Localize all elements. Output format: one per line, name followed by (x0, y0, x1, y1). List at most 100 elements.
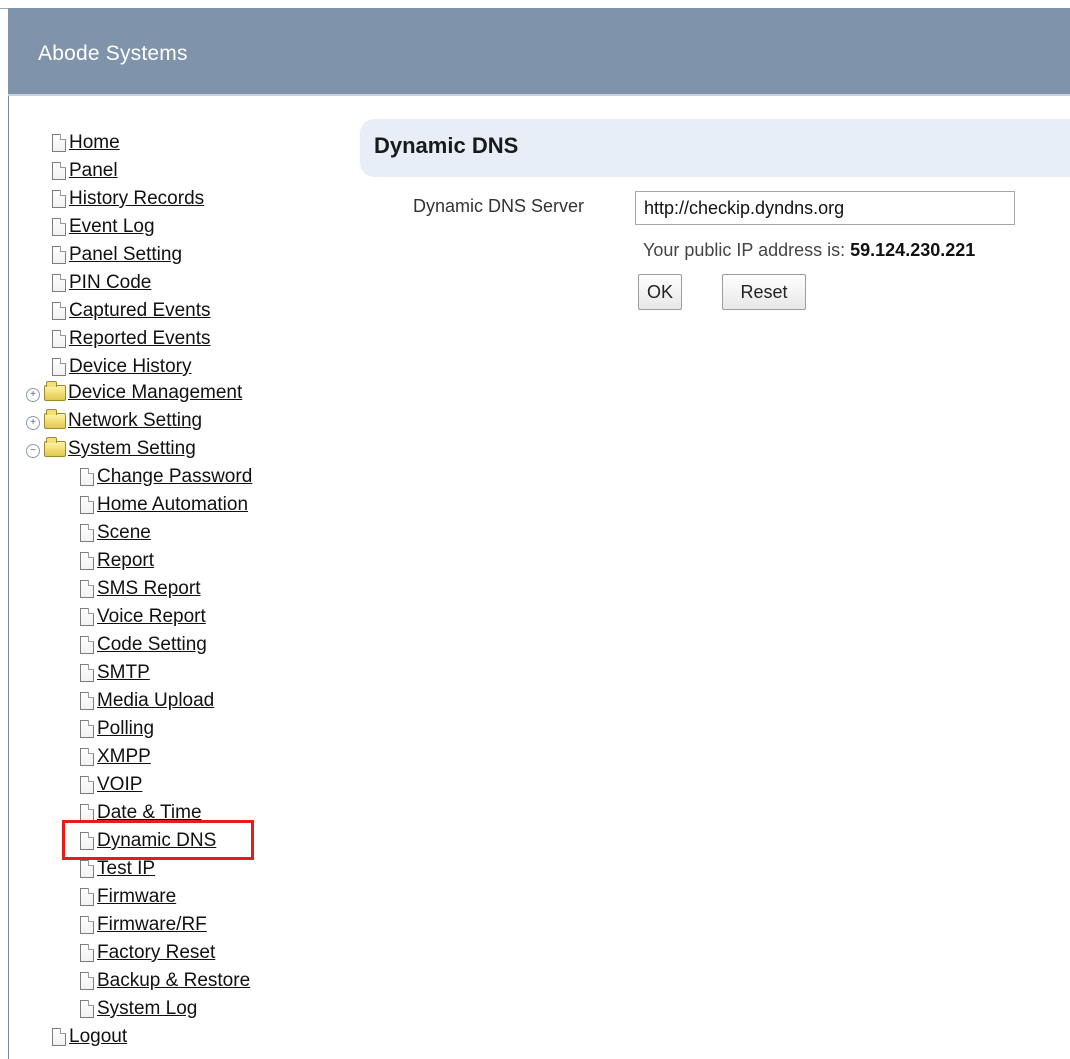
sidebar-item-voice-report[interactable]: Voice Report (80, 604, 206, 630)
document-icon (80, 804, 94, 822)
sidebar-item-date-time[interactable]: Date & Time (80, 800, 202, 826)
document-icon (80, 496, 94, 514)
sidebar-link-polling[interactable]: Polling (97, 718, 154, 740)
sidebar-item-device-history[interactable]: Device History (52, 354, 191, 380)
document-icon (80, 916, 94, 934)
sidebar-item-sms-report[interactable]: SMS Report (80, 576, 200, 602)
document-icon (52, 302, 66, 320)
sidebar-item-dynamic-dns[interactable]: Dynamic DNS (80, 828, 216, 854)
sidebar-link-device-history[interactable]: Device History (69, 356, 191, 378)
sidebar-link-panel-setting[interactable]: Panel Setting (69, 244, 182, 266)
plus-circle-icon[interactable]: + (26, 388, 40, 402)
sidebar-link-reported-events[interactable]: Reported Events (69, 328, 211, 350)
sidebar-item-event-log[interactable]: Event Log (52, 214, 155, 240)
plus-circle-icon[interactable]: + (26, 416, 40, 430)
sidebar-link-voice-report[interactable]: Voice Report (97, 606, 206, 628)
document-icon (80, 636, 94, 654)
dynamic-dns-server-input[interactable] (635, 191, 1015, 225)
sidebar-link-panel[interactable]: Panel (69, 160, 118, 182)
minus-circle-icon[interactable]: − (26, 444, 40, 458)
sidebar-item-test-ip[interactable]: Test IP (80, 856, 155, 882)
sidebar-item-backup-restore[interactable]: Backup & Restore (80, 968, 250, 994)
sidebar-item-system-log[interactable]: System Log (80, 996, 197, 1022)
sidebar-link-date-time[interactable]: Date & Time (97, 802, 202, 824)
sidebar-link-scene[interactable]: Scene (97, 522, 151, 544)
document-icon (80, 580, 94, 598)
sidebar-item-media-upload[interactable]: Media Upload (80, 688, 214, 714)
sidebar-item-firmware-rf[interactable]: Firmware/RF (80, 912, 207, 938)
document-icon (80, 664, 94, 682)
sidebar-item-factory-reset[interactable]: Factory Reset (80, 940, 215, 966)
sidebar-item-home[interactable]: Home (52, 130, 120, 156)
sidebar-link-voip[interactable]: VOIP (97, 774, 142, 796)
sidebar-link-captured-events[interactable]: Captured Events (69, 300, 211, 322)
sidebar-link-history-records[interactable]: History Records (69, 188, 204, 210)
sidebar-link-device-management[interactable]: Device Management (68, 382, 242, 404)
sidebar-item-code-setting[interactable]: Code Setting (80, 632, 207, 658)
sidebar-item-change-password[interactable]: Change Password (80, 464, 252, 490)
sidebar-link-change-password[interactable]: Change Password (97, 466, 252, 488)
sidebar-item-home-automation[interactable]: Home Automation (80, 492, 248, 518)
sidebar-item-scene[interactable]: Scene (80, 520, 151, 546)
reset-button[interactable]: Reset (722, 274, 806, 310)
sidebar-link-backup-restore[interactable]: Backup & Restore (97, 970, 250, 992)
public-ip-value: 59.124.230.221 (850, 240, 976, 260)
sidebar-link-smtp[interactable]: SMTP (97, 662, 150, 684)
sidebar-link-code-setting[interactable]: Code Setting (97, 634, 207, 656)
document-icon (80, 832, 94, 850)
sidebar-link-system-setting[interactable]: System Setting (68, 438, 196, 460)
sidebar-item-pin-code[interactable]: PIN Code (52, 270, 151, 296)
sidebar-item-history-records[interactable]: History Records (52, 186, 204, 212)
sidebar-item-polling[interactable]: Polling (80, 716, 154, 742)
sidebar-link-home-automation[interactable]: Home Automation (97, 494, 248, 516)
sidebar-link-firmware-rf[interactable]: Firmware/RF (97, 914, 207, 936)
document-icon (80, 1000, 94, 1018)
sidebar-link-test-ip[interactable]: Test IP (97, 858, 155, 880)
sidebar-link-home[interactable]: Home (69, 132, 120, 154)
folder-icon (44, 409, 66, 429)
ok-button[interactable]: OK (638, 274, 682, 310)
document-icon (80, 888, 94, 906)
page-title: Dynamic DNS (374, 133, 519, 158)
sidebar-link-xmpp[interactable]: XMPP (97, 746, 151, 768)
public-ip-message: Your public IP address is: 59.124.230.22… (643, 240, 975, 261)
sidebar-link-firmware[interactable]: Firmware (97, 886, 176, 908)
sidebar-folder-system-setting[interactable]: System Setting (44, 436, 196, 462)
document-icon (80, 748, 94, 766)
document-icon (52, 330, 66, 348)
document-icon (52, 358, 66, 376)
document-icon (52, 162, 66, 180)
document-icon (80, 692, 94, 710)
sidebar-folder-device-management[interactable]: Device Management (44, 380, 242, 406)
sidebar-item-report[interactable]: Report (80, 548, 154, 574)
document-icon (80, 720, 94, 738)
document-icon (80, 776, 94, 794)
sidebar-link-sms-report[interactable]: SMS Report (97, 578, 200, 600)
document-icon (80, 608, 94, 626)
sidebar-link-dynamic-dns[interactable]: Dynamic DNS (97, 830, 216, 852)
sidebar-folder-network-setting[interactable]: Network Setting (44, 408, 202, 434)
document-icon (80, 860, 94, 878)
sidebar-link-logout[interactable]: Logout (69, 1026, 127, 1048)
sidebar-item-smtp[interactable]: SMTP (80, 660, 150, 686)
folder-icon (44, 381, 66, 401)
sidebar-link-system-log[interactable]: System Log (97, 998, 197, 1020)
document-icon (52, 246, 66, 264)
sidebar-tree: Home Panel History Records Event Log Pan… (14, 122, 344, 1052)
sidebar-link-pin-code[interactable]: PIN Code (69, 272, 151, 294)
sidebar-link-media-upload[interactable]: Media Upload (97, 690, 214, 712)
document-icon (52, 134, 66, 152)
sidebar-item-logout[interactable]: Logout (52, 1024, 127, 1050)
sidebar-link-factory-reset[interactable]: Factory Reset (97, 942, 215, 964)
sidebar-item-xmpp[interactable]: XMPP (80, 744, 151, 770)
sidebar-item-voip[interactable]: VOIP (80, 772, 142, 798)
app-header: Abode Systems (8, 8, 1070, 96)
sidebar-link-network-setting[interactable]: Network Setting (68, 410, 202, 432)
sidebar-item-captured-events[interactable]: Captured Events (52, 298, 211, 324)
sidebar-item-reported-events[interactable]: Reported Events (52, 326, 211, 352)
sidebar-item-firmware[interactable]: Firmware (80, 884, 176, 910)
sidebar-link-report[interactable]: Report (97, 550, 154, 572)
sidebar-link-event-log[interactable]: Event Log (69, 216, 155, 238)
sidebar-item-panel-setting[interactable]: Panel Setting (52, 242, 182, 268)
sidebar-item-panel[interactable]: Panel (52, 158, 118, 184)
